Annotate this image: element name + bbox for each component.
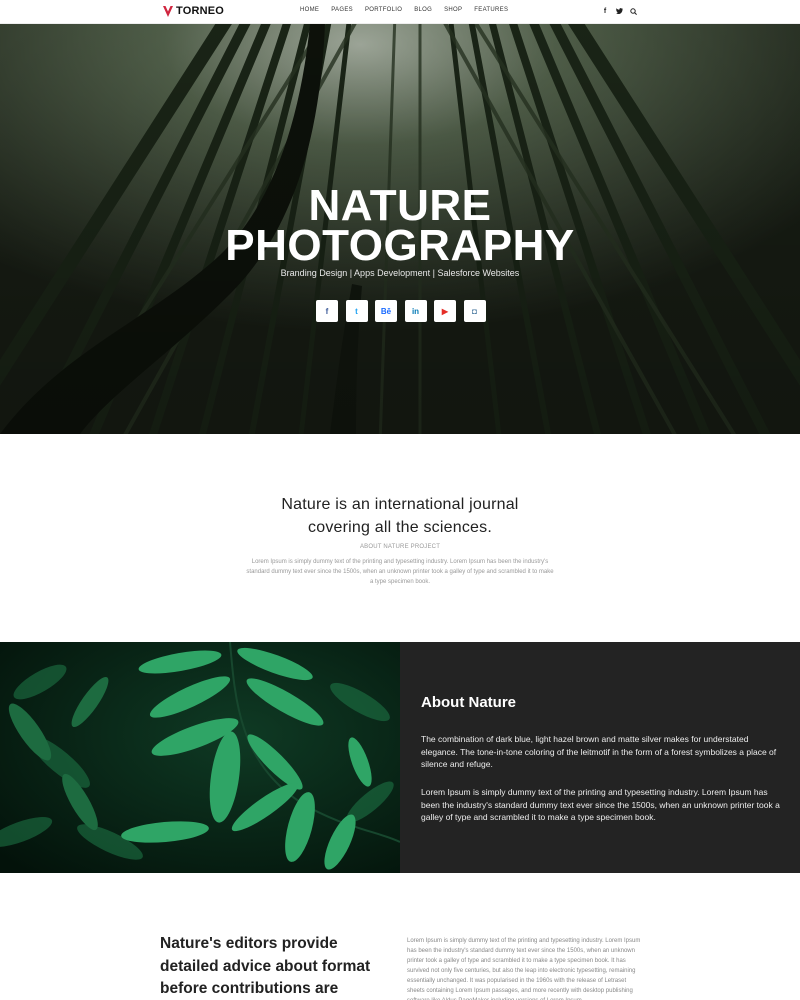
logo-icon <box>163 5 173 17</box>
about-panel: About Nature The combination of dark blu… <box>400 642 800 873</box>
hero-title-line1: NATURE <box>308 181 492 230</box>
linkedin-icon[interactable]: in <box>404 300 427 322</box>
intro-heading-line2: covering all the sciences. <box>308 518 492 536</box>
hero-subtitle: Branding Design | Apps Development | Sal… <box>280 268 520 278</box>
hero-social-links: f t Bē in ▶ ◘ <box>316 300 493 322</box>
facebook-icon[interactable]: f <box>601 6 609 16</box>
facebook-icon[interactable]: f <box>316 300 338 322</box>
about-title: About Nature <box>421 694 516 711</box>
nav-shop[interactable]: SHOP <box>444 7 462 13</box>
nav-blog[interactable]: BLOG <box>414 7 432 13</box>
intro-label: ABOUT NATURE PROJECT <box>359 544 441 550</box>
nav-features[interactable]: FEATURES <box>474 7 508 13</box>
nav-portfolio[interactable]: PORTFOLIO <box>365 7 402 13</box>
twitter-icon[interactable]: t <box>345 300 368 322</box>
nav-pages[interactable]: PAGES <box>331 7 353 13</box>
intro-body: Lorem Ipsum is simply dummy text of the … <box>246 559 554 585</box>
instagram-icon[interactable]: ◘ <box>463 300 486 322</box>
header-icons: f <box>601 6 643 16</box>
hero-title: NATURE PHOTOGRAPHY <box>0 181 800 270</box>
nav-home[interactable]: HOME <box>300 7 319 13</box>
hero-title-line2: PHOTOGRAPHY <box>225 221 575 270</box>
hero-section: NATURE PHOTOGRAPHY Branding Design | App… <box>0 24 800 434</box>
about-paragraph-1: The combination of dark blue, light haze… <box>421 734 777 770</box>
behance-icon[interactable]: Bē <box>375 300 397 322</box>
intro-heading: Nature is an international journal cover… <box>0 494 800 539</box>
editors-body: Lorem Ipsum is simply dummy text of the … <box>407 938 641 1000</box>
twitter-icon[interactable] <box>615 6 623 16</box>
editors-heading: Nature's editors provide detailed advice… <box>160 935 371 997</box>
logo[interactable]: TORNEO <box>163 5 224 17</box>
search-icon[interactable] <box>629 6 637 16</box>
main-nav: HOME PAGES PORTFOLIO BLOG SHOP FEATURES <box>300 7 520 13</box>
about-section: About Nature The combination of dark blu… <box>0 642 800 873</box>
site-header: TORNEO HOME PAGES PORTFOLIO BLOG SHOP FE… <box>0 0 800 24</box>
intro-heading-line1: Nature is an international journal <box>281 496 519 513</box>
brand-name: TORNEO <box>176 5 225 17</box>
about-paragraph-2: Lorem Ipsum is simply dummy text of the … <box>421 787 780 823</box>
youtube-icon[interactable]: ▶ <box>434 300 456 322</box>
fern-leaves-image <box>0 642 400 873</box>
